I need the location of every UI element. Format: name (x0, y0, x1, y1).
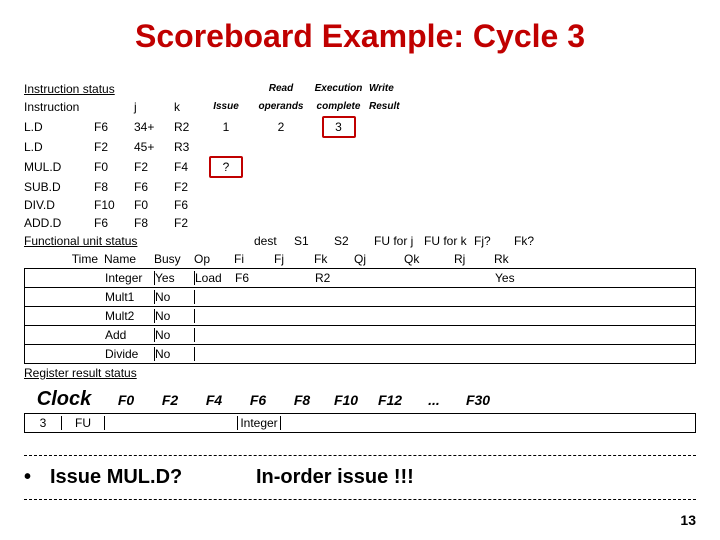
col-rk: Rk (494, 250, 534, 268)
col-fk: Fk (314, 250, 354, 268)
reg-f6: F6 (236, 392, 280, 408)
instr-row: MUL.DF0F2F4? (24, 156, 696, 178)
col-issue: Issue (204, 98, 254, 116)
reg-f30: F30 (456, 392, 500, 408)
reg-f4: F4 (192, 392, 236, 408)
clock-label: Clock (24, 388, 104, 411)
instr-status-header: Instruction status (24, 80, 204, 98)
content-area: Instruction status Read Execution Write … (24, 80, 696, 500)
reg-f8: F8 (280, 392, 324, 408)
instruction-rows: L.DF634+R2123L.DF245+R3MUL.DF0F2F4?SUB.D… (24, 116, 696, 232)
fu-row: AddNo (24, 326, 696, 345)
col-qj: Qj (354, 250, 404, 268)
col-fjq: Fj? (474, 232, 514, 250)
reg-f2: F2 (148, 392, 192, 408)
instr-row: DIV.DF10F0F6 (24, 196, 696, 214)
fu-status-header: Functional unit status (24, 232, 204, 250)
slide-title: Scoreboard Example: Cycle 3 (0, 0, 720, 55)
col-busy: Busy (154, 250, 194, 268)
reg-f12: F12 (368, 392, 412, 408)
col-k: k (174, 98, 204, 116)
reg-status-header: Register result status (24, 364, 204, 382)
fu-row: Mult2No (24, 307, 696, 326)
col-s1: S1 (294, 232, 334, 250)
reg-dots: ... (412, 392, 456, 408)
col-write: Write (369, 80, 414, 98)
col-rj: Rj (454, 250, 494, 268)
col-fkq: Fk? (514, 232, 554, 250)
bullet-question: Issue MUL.D? (50, 466, 250, 489)
instr-row: L.DF634+R2123 (24, 116, 696, 138)
reg-f10: F10 (324, 392, 368, 408)
fu-row: DivideNo (24, 345, 696, 364)
bullet-answer: In-order issue !!! (256, 466, 414, 489)
col-qk: Qk (404, 250, 454, 268)
col-time: Time (24, 250, 104, 268)
fu-row: Mult1No (24, 288, 696, 307)
col-name: Name (104, 250, 154, 268)
reg-f0: F0 (104, 392, 148, 408)
col-dest: dest (254, 232, 294, 250)
col-exec2: complete (314, 98, 369, 116)
col-fj: Fj (274, 250, 314, 268)
col-fuj: FU for j (374, 232, 424, 250)
instr-row: SUB.DF8F6F2 (24, 178, 696, 196)
slide-number: 13 (680, 512, 696, 528)
reg-val-3: Integer (237, 416, 281, 430)
clock-value: 3 (25, 416, 61, 430)
fu-label: FU (61, 416, 105, 430)
col-j: j (134, 98, 174, 116)
instr-row: L.DF245+R3 (24, 138, 696, 156)
bullet-mark: • (24, 466, 44, 489)
col-fuk: FU for k (424, 232, 474, 250)
bullet-note: • Issue MUL.D? In-order issue !!! (24, 455, 696, 500)
col-fi: Fi (234, 250, 274, 268)
col-exec: Execution (314, 80, 369, 98)
fu-row: IntegerYesLoadF6R2Yes (24, 269, 696, 288)
col-write2: Result (369, 98, 414, 116)
col-read2: operands (254, 98, 314, 116)
col-instruction: Instruction (24, 98, 94, 116)
col-read: Read (254, 80, 314, 98)
instr-row: ADD.DF6F8F2 (24, 214, 696, 232)
fu-rows: IntegerYesLoadF6R2YesMult1NoMult2NoAddNo… (24, 268, 696, 364)
col-s2: S2 (334, 232, 374, 250)
col-op: Op (194, 250, 234, 268)
